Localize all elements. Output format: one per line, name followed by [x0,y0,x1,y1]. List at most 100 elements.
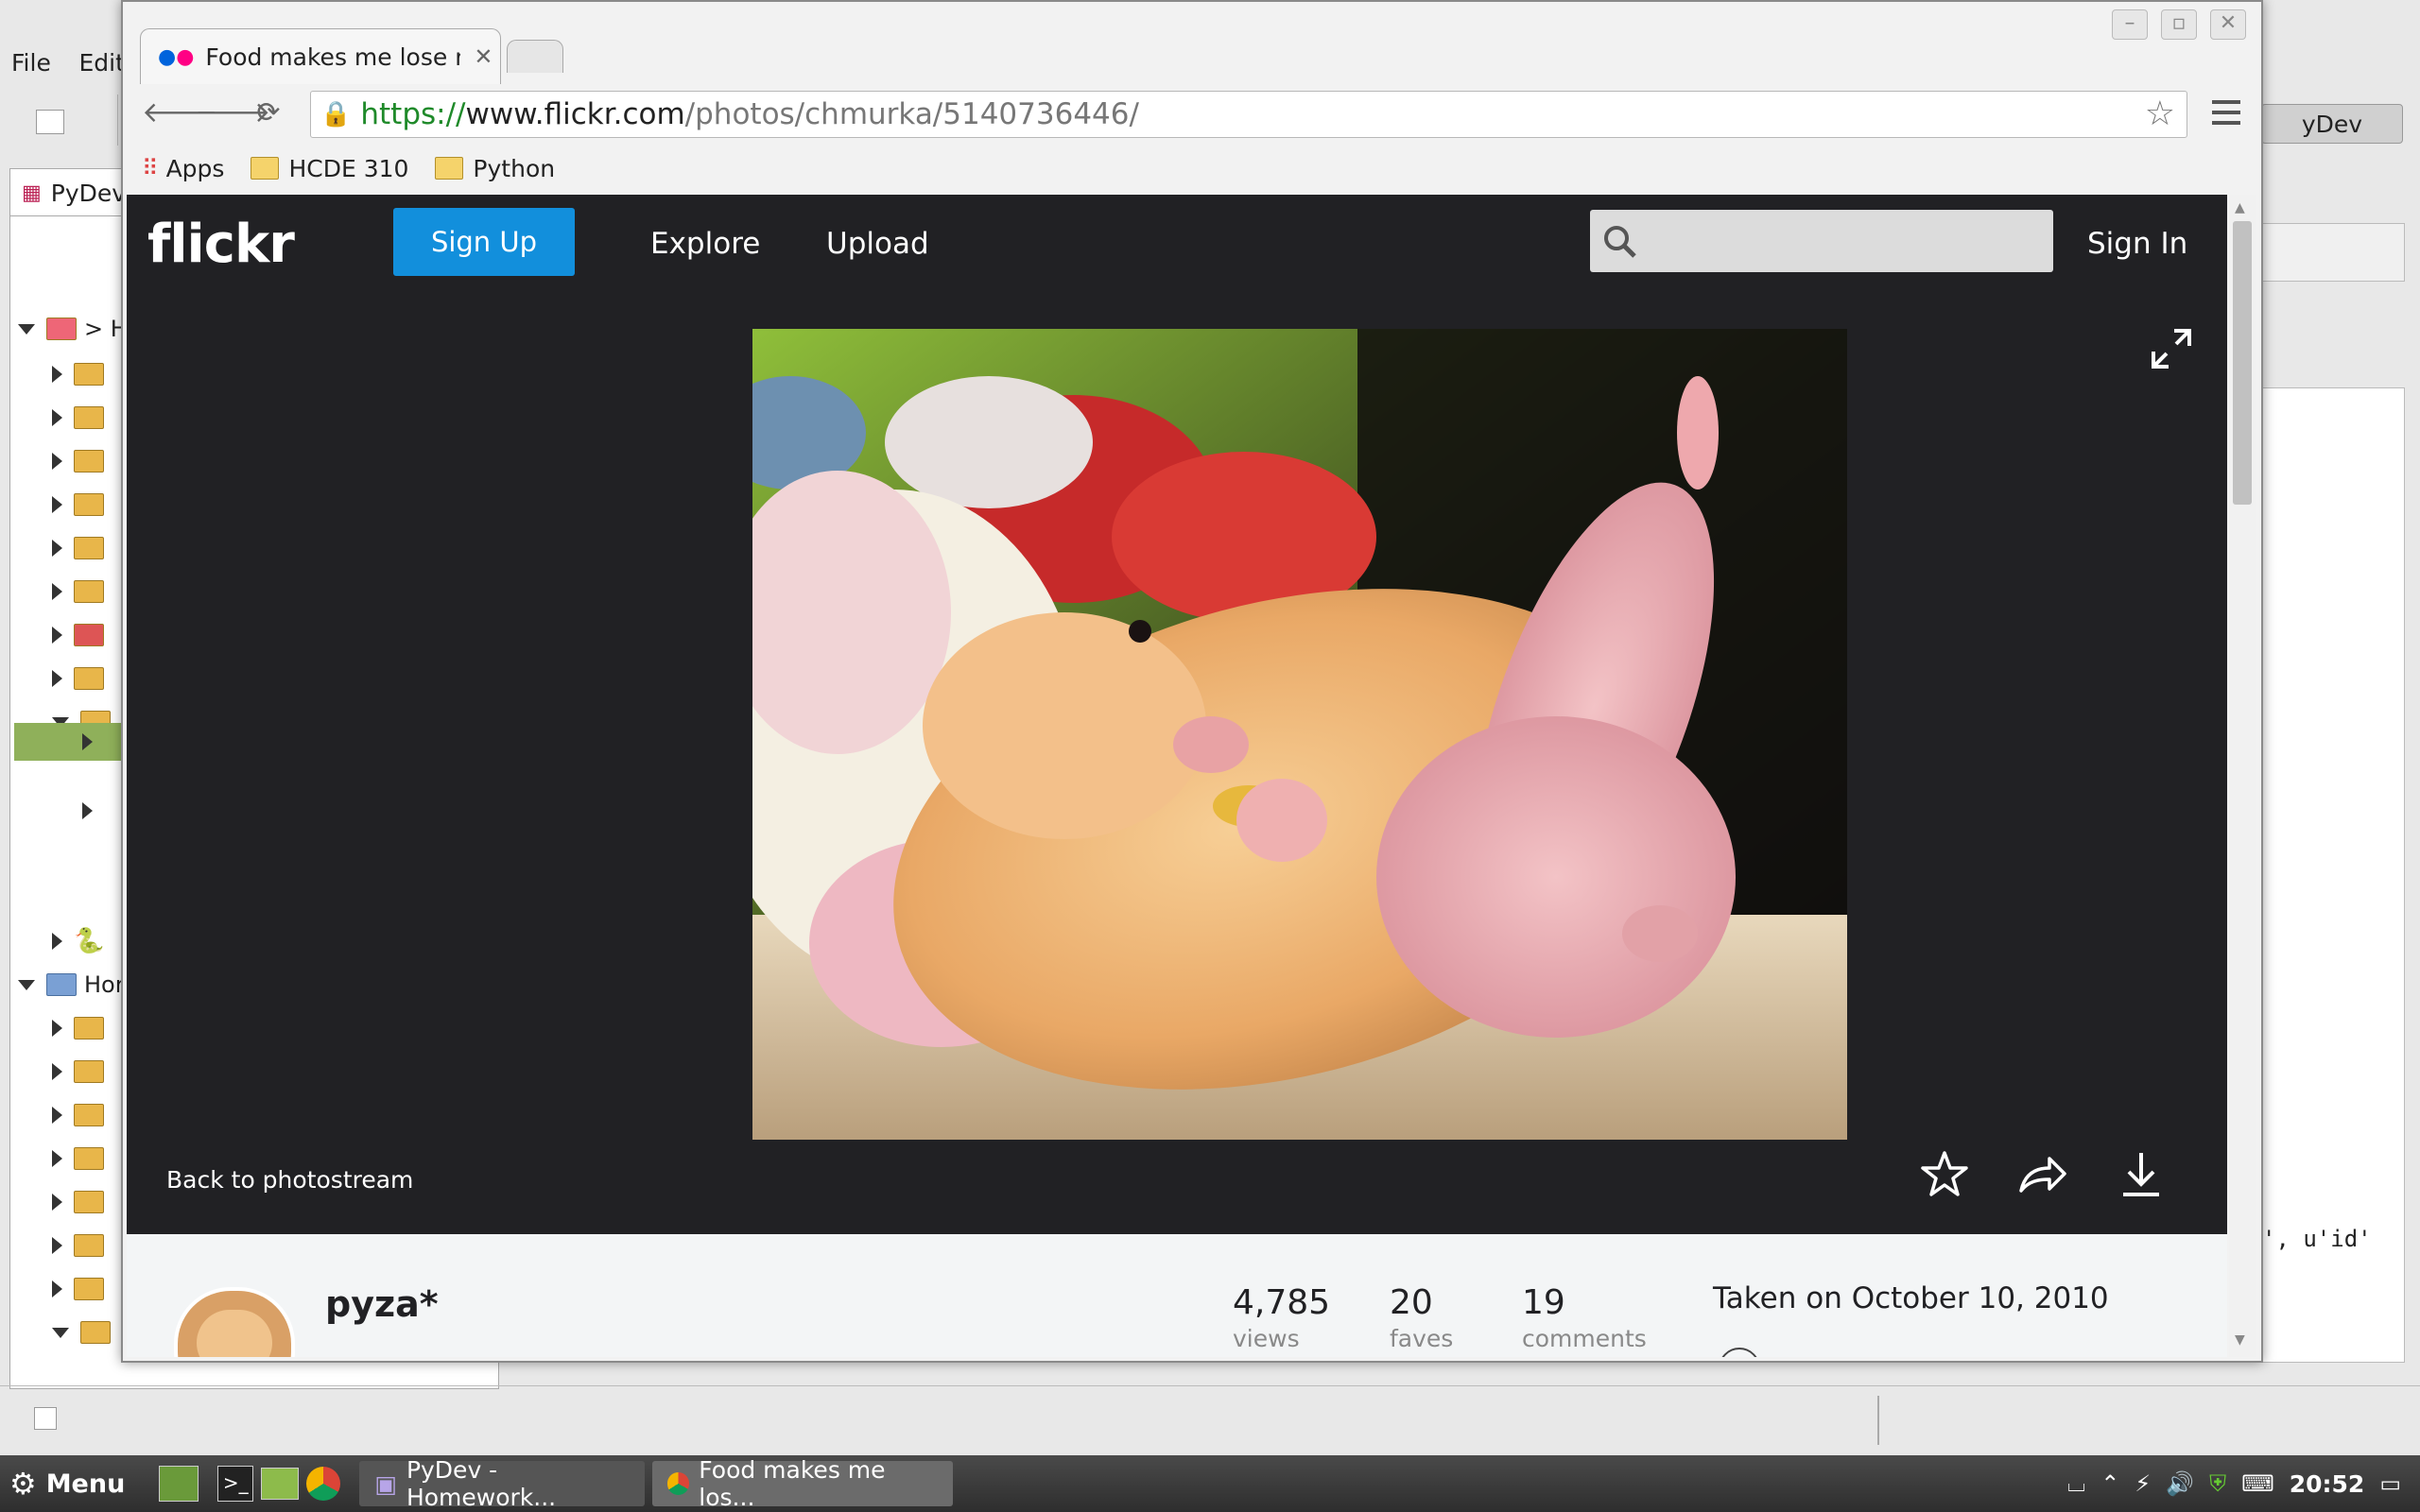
tree-row[interactable] [52,1093,112,1137]
tree-row[interactable] [52,1050,112,1093]
reload-icon[interactable]: ⟳ [250,94,287,132]
terminal-icon[interactable]: >_ [217,1466,254,1502]
url-scheme: https:// [360,97,466,131]
tree-row[interactable]: Hor [18,963,125,1006]
camera-info-icon[interactable] [1719,1348,1760,1357]
outline-field[interactable] [2261,223,2405,282]
folder-icon [74,1278,104,1300]
chrome-menu-icon[interactable] [2212,96,2240,129]
bookmark-label: HCDE 310 [288,154,409,182]
chevron-up-icon[interactable]: ⌃ [2100,1470,2119,1497]
network-icon[interactable]: ⚡ [2135,1470,2151,1497]
avatar[interactable] [174,1287,295,1357]
close-window-icon[interactable]: ✕ [2210,9,2246,40]
tab-active[interactable]: ● ● Food makes me lose m ✕ [140,28,501,84]
forward-icon[interactable]: 🡒 [195,94,270,132]
folder-icon [74,363,104,386]
avatar-hamster-face [197,1310,272,1357]
scroll-up-icon[interactable]: ▲ [2235,200,2245,215]
scrollbar-thumb[interactable] [2233,221,2252,505]
notification-icon[interactable]: ▭ [2379,1470,2401,1497]
gear-icon: ⚙ [9,1466,37,1502]
search-icon [1604,226,1636,258]
tree-row[interactable] [82,789,104,833]
new-file-icon[interactable] [36,110,64,134]
signup-button[interactable]: Sign Up [393,208,575,276]
tree-row[interactable] [52,657,112,700]
chrome-launcher-icon[interactable] [306,1467,341,1501]
system-tray: ⌴ ⌃ ⚡ 🔊 ⛨ ⌨ 20:52 ▭ [2067,1470,2401,1498]
bookmark-star-icon[interactable]: ☆ [2145,94,2175,133]
ide-status-bar [0,1385,2420,1452]
pydev-tab[interactable]: ▦ PyDev [9,168,134,216]
nav-upload[interactable]: Upload [826,227,929,261]
taskbar-window-pydev[interactable]: ▣ PyDev - Homework... [359,1456,646,1511]
search-input[interactable] [1590,210,2053,272]
tree-row[interactable] [52,1137,112,1180]
tree-row[interactable]: 🐍 [52,919,104,963]
folder-error-icon [74,624,104,646]
download-icon[interactable] [2118,1147,2165,1200]
project-icon [46,318,77,340]
tree-row[interactable] [52,1267,112,1311]
tree-row[interactable] [52,526,112,570]
volume-icon[interactable]: 🔊 [2166,1470,2194,1497]
pydev-icon: ▦ [22,180,42,205]
minimize-icon[interactable]: – [2112,9,2148,40]
back-to-photostream-link[interactable]: Back to photostream [166,1166,413,1194]
clock[interactable]: 20:52 [2290,1470,2365,1498]
page-scrollbar[interactable]: ▲ ▼ [2229,195,2256,1357]
folder-icon [74,406,104,429]
flickr-favicon-dot: ● [176,44,195,69]
start-menu-button[interactable]: ⚙ Menu [9,1466,125,1502]
tree-row[interactable] [52,439,112,483]
taskbar-window-chrome[interactable]: Food makes me los... [652,1456,954,1511]
shield-icon[interactable]: ⛨ [2209,1470,2226,1497]
menu-edit[interactable]: Edit [78,49,124,77]
main-photo[interactable] [752,329,1847,1140]
signup-label: Sign Up [430,226,538,258]
author-name[interactable]: pyza* [325,1283,439,1325]
tree-row[interactable] [52,1224,112,1267]
scroll-down-icon[interactable]: ▼ [2235,1332,2245,1348]
favorite-star-icon[interactable] [1919,1149,1970,1200]
tree-row[interactable] [52,483,112,526]
tree-row[interactable] [52,570,112,613]
signin-link[interactable]: Sign In [2087,227,2187,261]
tree-row[interactable] [52,613,112,657]
address-bar[interactable]: 🔒 https:// www.flickr.com /photos/chmurk… [310,91,2187,138]
files-icon[interactable] [261,1468,300,1500]
new-tab-button[interactable] [507,40,563,73]
bookmark-hcde[interactable]: HCDE 310 [251,155,408,182]
pydev-tab-label: PyDev [50,179,127,207]
tree-row[interactable] [52,1311,118,1354]
menu-file[interactable]: File [11,49,51,77]
perspective-button[interactable]: yDev [2261,104,2403,144]
tab-close-icon[interactable]: ✕ [474,43,493,70]
tree-row[interactable] [52,352,112,396]
fullscreen-icon[interactable] [2150,327,2193,370]
back-icon[interactable]: 🡐 [142,94,217,132]
tree-row[interactable] [52,396,112,439]
tree-row[interactable]: > H [18,307,128,351]
taskbar-window-label: PyDev - Homework... [406,1456,557,1511]
folder-icon [74,450,104,472]
folder-icon [435,157,464,180]
nav-explore[interactable]: Explore [650,227,760,261]
hamster-photo-image [752,329,1847,1140]
window-list-icon[interactable]: ⌴ [2067,1470,2085,1497]
status-icon [34,1407,57,1430]
flickr-logo[interactable]: flickr [147,214,295,275]
working-set-icon [46,973,77,996]
bookmark-apps[interactable]: ⠿ Apps [142,155,224,182]
bookmark-python[interactable]: Python [435,155,555,182]
show-desktop-icon[interactable] [159,1466,199,1502]
tree-row[interactable] [52,1006,112,1050]
tree-label: Hor [84,971,125,998]
share-icon[interactable] [2015,1149,2068,1200]
faves-count: 20 [1390,1283,1433,1322]
keyboard-icon[interactable]: ⌨ [2241,1470,2274,1497]
url-host: www.flickr.com [465,97,685,131]
maximize-icon[interactable]: ▫ [2161,9,2197,40]
tree-row[interactable] [52,1180,112,1224]
